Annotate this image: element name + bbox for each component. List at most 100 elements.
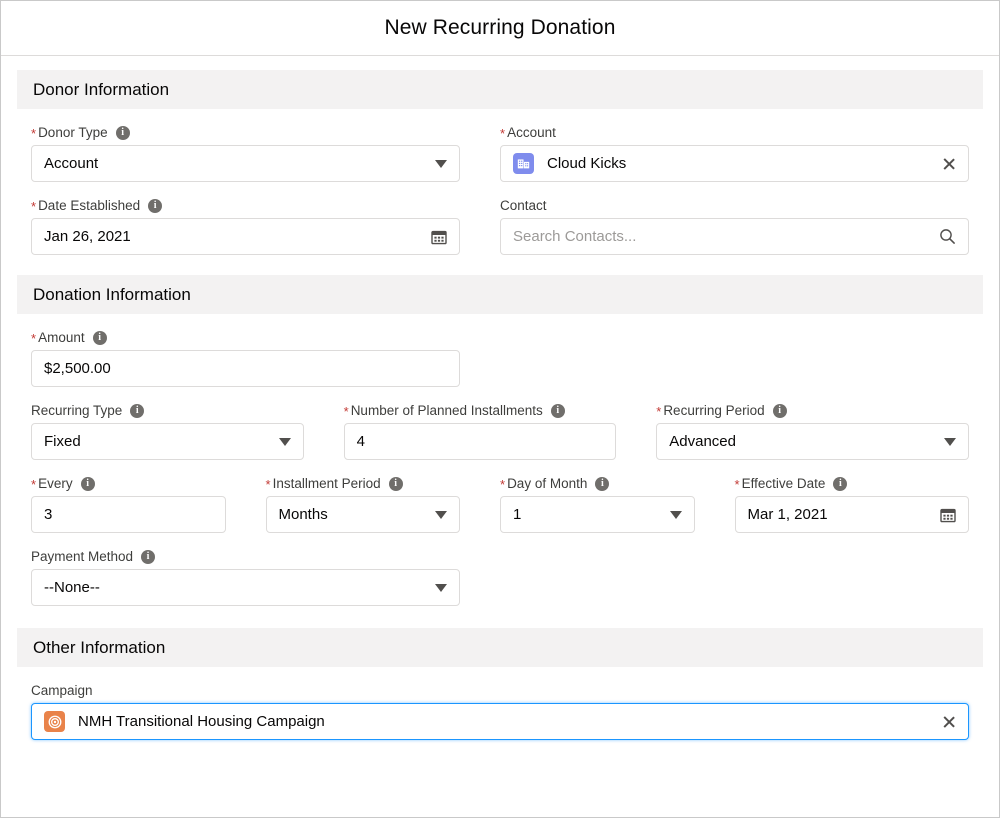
label-text: Effective Date bbox=[742, 476, 826, 492]
label-text: Day of Month bbox=[507, 476, 587, 492]
modal-body: Donor Information * Donor Type i Account bbox=[1, 56, 999, 817]
chevron-down-icon bbox=[670, 511, 682, 519]
field-label: Payment Method i bbox=[31, 549, 460, 565]
field-label: * Number of Planned Installments i bbox=[344, 403, 617, 419]
field-effective-date: * Effective Date i Mar 1, 2021 bbox=[735, 476, 970, 533]
number-of-planned-installments-input[interactable]: 4 bbox=[344, 423, 617, 460]
form-col: * Date Established i Jan 26, 2021 bbox=[31, 182, 500, 255]
clear-account-icon[interactable] bbox=[942, 157, 956, 171]
required-marker: * bbox=[656, 406, 661, 418]
contact-placeholder: Search Contacts... bbox=[513, 228, 931, 245]
form-row: * Date Established i Jan 26, 2021 bbox=[31, 182, 969, 255]
picklist-value: Months bbox=[279, 506, 428, 523]
payment-method-picklist[interactable]: --None-- bbox=[31, 569, 460, 606]
section-header-donation-information: Donation Information bbox=[17, 275, 983, 314]
calendar-icon[interactable] bbox=[431, 229, 447, 245]
required-marker: * bbox=[735, 479, 740, 491]
field-campaign: Campaign NMH Transitional Housing Campa bbox=[31, 683, 969, 740]
info-icon[interactable]: i bbox=[130, 404, 144, 418]
calendar-icon[interactable] bbox=[940, 507, 956, 523]
chevron-down-icon bbox=[435, 511, 447, 519]
field-day-of-month: * Day of Month i 1 bbox=[500, 476, 695, 533]
required-marker: * bbox=[31, 333, 36, 345]
donor-information-fields: * Donor Type i Account * bbox=[1, 109, 999, 275]
label-text: Recurring Period bbox=[663, 403, 764, 419]
account-value: Cloud Kicks bbox=[547, 155, 934, 172]
section-header-other-information: Other Information bbox=[17, 628, 983, 667]
amount-value: $2,500.00 bbox=[44, 360, 447, 377]
field-every: * Every i 3 bbox=[31, 476, 226, 533]
date-value: Jan 26, 2021 bbox=[44, 228, 423, 245]
label-text: Campaign bbox=[31, 683, 93, 699]
field-label: * Day of Month i bbox=[500, 476, 695, 492]
required-marker: * bbox=[344, 406, 349, 418]
amount-input[interactable]: $2,500.00 bbox=[31, 350, 460, 387]
every-input[interactable]: 3 bbox=[31, 496, 226, 533]
date-established-input[interactable]: Jan 26, 2021 bbox=[31, 218, 460, 255]
label-text: Amount bbox=[38, 330, 85, 346]
field-date-established: * Date Established i Jan 26, 2021 bbox=[31, 198, 460, 255]
label-text: Number of Planned Installments bbox=[351, 403, 543, 419]
donor-type-picklist[interactable]: Account bbox=[31, 145, 460, 182]
info-icon[interactable]: i bbox=[93, 331, 107, 345]
section-header-donor-information: Donor Information bbox=[17, 70, 983, 109]
field-contact: Contact Search Contacts... bbox=[500, 198, 969, 255]
info-icon[interactable]: i bbox=[551, 404, 565, 418]
campaign-value: NMH Transitional Housing Campaign bbox=[78, 713, 934, 730]
form-row: Campaign NMH Transitional Housing Campa bbox=[31, 667, 969, 740]
campaign-lookup[interactable]: NMH Transitional Housing Campaign bbox=[31, 703, 969, 740]
info-icon[interactable]: i bbox=[81, 477, 95, 491]
info-icon[interactable]: i bbox=[595, 477, 609, 491]
field-amount: * Amount i $2,500.00 bbox=[31, 330, 460, 387]
required-marker: * bbox=[31, 201, 36, 213]
form-row: * Every i 3 * Installment Period bbox=[31, 460, 969, 533]
label-text: Donor Type bbox=[38, 125, 108, 141]
chevron-down-icon bbox=[944, 438, 956, 446]
chevron-down-icon bbox=[279, 438, 291, 446]
field-installment-period: * Installment Period i Months bbox=[266, 476, 461, 533]
picklist-value: Advanced bbox=[669, 433, 936, 450]
info-icon[interactable]: i bbox=[389, 477, 403, 491]
page-title: New Recurring Donation bbox=[385, 16, 616, 40]
search-icon[interactable] bbox=[939, 228, 956, 245]
field-recurring-type: Recurring Type i Fixed bbox=[31, 403, 304, 460]
field-payment-method: Payment Method i --None-- bbox=[31, 549, 460, 606]
field-recurring-period: * Recurring Period i Advanced bbox=[656, 403, 969, 460]
day-of-month-picklist[interactable]: 1 bbox=[500, 496, 695, 533]
field-account: * Account bbox=[500, 125, 969, 182]
picklist-value: 1 bbox=[513, 506, 662, 523]
field-label: Campaign bbox=[31, 683, 969, 699]
field-label: * Installment Period i bbox=[266, 476, 461, 492]
form-col: * Every i 3 bbox=[31, 460, 266, 533]
info-icon[interactable]: i bbox=[148, 199, 162, 213]
form-col: * Effective Date i Mar 1, 2021 bbox=[735, 460, 970, 533]
required-marker: * bbox=[500, 128, 505, 140]
form-row: Recurring Type i Fixed * Number of Pl bbox=[31, 387, 969, 460]
recurring-period-picklist[interactable]: Advanced bbox=[656, 423, 969, 460]
info-icon[interactable]: i bbox=[773, 404, 787, 418]
picklist-value: --None-- bbox=[44, 579, 427, 596]
required-marker: * bbox=[500, 479, 505, 491]
field-donor-type: * Donor Type i Account bbox=[31, 125, 460, 182]
info-icon[interactable]: i bbox=[833, 477, 847, 491]
account-building-icon bbox=[513, 153, 534, 174]
form-row: * Donor Type i Account * bbox=[31, 109, 969, 182]
effective-date-input[interactable]: Mar 1, 2021 bbox=[735, 496, 970, 533]
contact-lookup[interactable]: Search Contacts... bbox=[500, 218, 969, 255]
field-label: Recurring Type i bbox=[31, 403, 304, 419]
required-marker: * bbox=[31, 479, 36, 491]
info-icon[interactable]: i bbox=[141, 550, 155, 564]
installment-period-picklist[interactable]: Months bbox=[266, 496, 461, 533]
form-col: * Recurring Period i Advanced bbox=[656, 387, 969, 460]
form-row: * Amount i $2,500.00 bbox=[31, 314, 969, 387]
field-label: * Date Established i bbox=[31, 198, 460, 214]
account-lookup[interactable]: Cloud Kicks bbox=[500, 145, 969, 182]
recurring-type-picklist[interactable]: Fixed bbox=[31, 423, 304, 460]
form-col: Payment Method i --None-- bbox=[31, 533, 500, 606]
chevron-down-icon bbox=[435, 160, 447, 168]
required-marker: * bbox=[266, 479, 271, 491]
clear-campaign-icon[interactable] bbox=[942, 715, 956, 729]
info-icon[interactable]: i bbox=[116, 126, 130, 140]
form-col: * Amount i $2,500.00 bbox=[31, 314, 500, 387]
field-label: * Account bbox=[500, 125, 969, 141]
